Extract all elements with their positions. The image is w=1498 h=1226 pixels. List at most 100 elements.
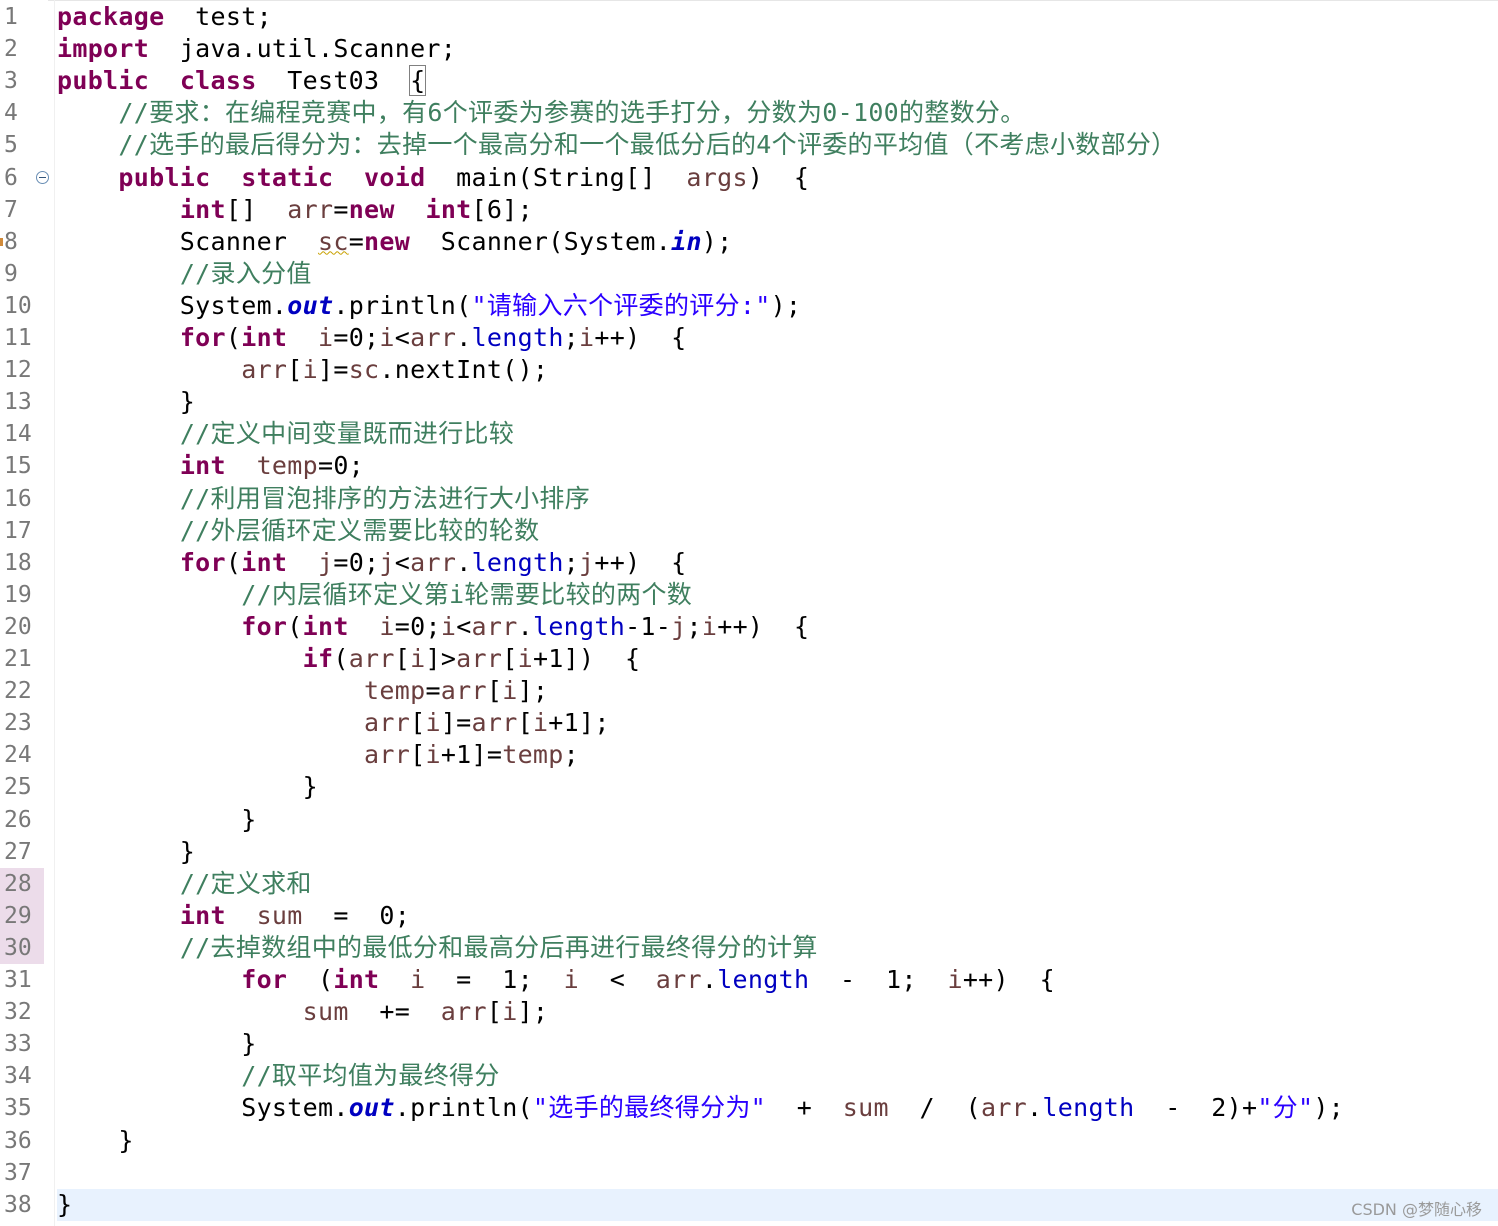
line-number[interactable]: 33 bbox=[0, 1028, 44, 1060]
code-line[interactable]: 20 for(int i=0;i<arr.length-1-j;i++) { bbox=[0, 611, 1498, 643]
line-number[interactable]: 28 bbox=[0, 867, 44, 900]
collapse-icon[interactable] bbox=[36, 170, 49, 184]
code-line[interactable]: 9 //录入分值 bbox=[0, 258, 1498, 290]
code-line[interactable]: 28 //定义求和 bbox=[0, 867, 1498, 900]
code-text[interactable]: arr[i]=arr[i+1]; bbox=[57, 707, 1498, 739]
code-text[interactable]: Scanner sc=new Scanner(System.in); bbox=[57, 226, 1498, 258]
code-line[interactable]: 23 arr[i]=arr[i+1]; bbox=[0, 707, 1498, 739]
code-text[interactable]: arr[i+1]=temp; bbox=[57, 739, 1498, 771]
line-number[interactable]: 3 bbox=[0, 65, 44, 97]
code-text[interactable]: } bbox=[57, 1028, 1498, 1060]
line-number[interactable]: 12 bbox=[0, 354, 44, 386]
code-line[interactable]: 5 //选手的最后得分为：去掉一个最高分和一个最低分后的4个评委的平均值（不考虑… bbox=[0, 129, 1498, 161]
line-number[interactable]: 31 bbox=[0, 964, 44, 996]
code-text[interactable]: //内层循环定义第i轮需要比较的两个数 bbox=[57, 579, 1498, 611]
code-line[interactable]: 14 //定义中间变量既而进行比较 bbox=[0, 418, 1498, 450]
line-number[interactable]: 25 bbox=[0, 771, 44, 803]
code-line[interactable]: 25 } bbox=[0, 771, 1498, 803]
code-text[interactable]: //要求：在编程竞赛中，有6个评委为参赛的选手打分，分数为0-100的整数分。 bbox=[57, 97, 1498, 129]
line-number[interactable]: 38 bbox=[0, 1189, 44, 1221]
line-number[interactable]: 16 bbox=[0, 483, 44, 515]
code-text[interactable]: package test; bbox=[57, 1, 1498, 33]
code-text[interactable]: int[] arr=new int[6]; bbox=[57, 194, 1498, 226]
code-line[interactable]: 4 //要求：在编程竞赛中，有6个评委为参赛的选手打分，分数为0-100的整数分… bbox=[0, 97, 1498, 129]
code-line[interactable]: 32 sum += arr[i]; bbox=[0, 996, 1498, 1028]
line-number[interactable]: 8 bbox=[0, 226, 44, 258]
line-number[interactable]: 30 bbox=[0, 931, 44, 964]
code-line[interactable]: 7 int[] arr=new int[6]; bbox=[0, 194, 1498, 226]
code-line[interactable]: 36 } bbox=[0, 1125, 1498, 1157]
code-text[interactable]: //取平均值为最终得分 bbox=[57, 1060, 1498, 1092]
line-number[interactable]: 29 bbox=[0, 899, 44, 932]
code-text[interactable]: import java.util.Scanner; bbox=[57, 33, 1498, 65]
code-line[interactable]: 35 System.out.println("选手的最终得分为" + sum /… bbox=[0, 1092, 1498, 1124]
code-text[interactable]: public class Test03 { bbox=[57, 65, 1498, 97]
code-text[interactable]: //录入分值 bbox=[57, 258, 1498, 290]
code-text[interactable] bbox=[57, 1157, 1498, 1189]
line-number[interactable]: 21 bbox=[0, 643, 44, 675]
code-line[interactable]: 22 temp=arr[i]; bbox=[0, 675, 1498, 707]
code-line[interactable]: 29 int sum = 0; bbox=[0, 899, 1498, 932]
code-text[interactable]: arr[i]=sc.nextInt(); bbox=[57, 354, 1498, 386]
line-number[interactable]: 17 bbox=[0, 515, 44, 547]
line-number[interactable]: 23 bbox=[0, 707, 44, 739]
code-line[interactable]: 1 package test; bbox=[0, 1, 1498, 33]
code-line[interactable]: 21 if(arr[i]>arr[i+1]) { bbox=[0, 643, 1498, 675]
line-number[interactable]: 19 bbox=[0, 579, 44, 611]
code-text[interactable]: } bbox=[57, 836, 1498, 868]
code-text[interactable]: for (int i = 1; i < arr.length - 1; i++)… bbox=[57, 964, 1498, 996]
code-line[interactable]: 18 for(int j=0;j<arr.length;j++) { bbox=[0, 547, 1498, 579]
code-text[interactable]: for(int i=0;i<arr.length;i++) { bbox=[57, 322, 1498, 354]
line-number[interactable]: 34 bbox=[0, 1060, 44, 1092]
code-text[interactable]: } bbox=[57, 1125, 1498, 1157]
code-line[interactable]: 6 public static void main(String[] args)… bbox=[0, 162, 1498, 194]
line-number[interactable]: 27 bbox=[0, 836, 44, 868]
code-line[interactable]: 30 //去掉数组中的最低分和最高分后再进行最终得分的计算 bbox=[0, 931, 1498, 964]
code-line[interactable]: 38} bbox=[0, 1188, 1498, 1221]
line-number[interactable]: 20 bbox=[0, 611, 44, 643]
code-text[interactable]: for(int j=0;j<arr.length;j++) { bbox=[57, 547, 1498, 579]
code-text[interactable]: public static void main(String[] args) { bbox=[57, 162, 1498, 194]
code-text[interactable]: int temp=0; bbox=[57, 450, 1498, 482]
code-line[interactable]: 8 Scanner sc=new Scanner(System.in); bbox=[0, 226, 1498, 258]
code-text[interactable]: //选手的最后得分为：去掉一个最高分和一个最低分后的4个评委的平均值（不考虑小数… bbox=[57, 129, 1498, 161]
code-text[interactable]: int sum = 0; bbox=[57, 900, 1498, 932]
code-line[interactable]: 34 //取平均值为最终得分 bbox=[0, 1060, 1498, 1092]
line-number[interactable]: 5 bbox=[0, 129, 44, 161]
code-line[interactable]: 19 //内层循环定义第i轮需要比较的两个数 bbox=[0, 579, 1498, 611]
line-number[interactable]: 32 bbox=[0, 996, 44, 1028]
code-text[interactable]: //去掉数组中的最低分和最高分后再进行最终得分的计算 bbox=[57, 932, 1498, 964]
line-number[interactable]: 14 bbox=[0, 418, 44, 450]
line-number[interactable]: 15 bbox=[0, 450, 44, 482]
line-number[interactable]: 2 bbox=[0, 33, 44, 65]
line-number[interactable]: 1 bbox=[0, 1, 44, 33]
line-number[interactable]: 11 bbox=[0, 322, 44, 354]
line-number[interactable]: 18 bbox=[0, 547, 44, 579]
code-text[interactable]: temp=arr[i]; bbox=[57, 675, 1498, 707]
line-number[interactable]: 22 bbox=[0, 675, 44, 707]
code-line[interactable]: 26 } bbox=[0, 804, 1498, 836]
code-text[interactable]: if(arr[i]>arr[i+1]) { bbox=[57, 643, 1498, 675]
code-text[interactable]: } bbox=[57, 804, 1498, 836]
line-number[interactable]: 26 bbox=[0, 804, 44, 836]
code-text[interactable]: //利用冒泡排序的方法进行大小排序 bbox=[57, 483, 1498, 515]
line-number[interactable]: 4 bbox=[0, 97, 44, 129]
code-text[interactable]: System.out.println("选手的最终得分为" + sum / (a… bbox=[57, 1092, 1498, 1124]
code-text[interactable]: } bbox=[57, 1188, 1498, 1221]
line-number[interactable]: 9 bbox=[0, 258, 44, 290]
code-line[interactable]: 33 } bbox=[0, 1028, 1498, 1060]
code-line[interactable]: 3 public class Test03 { bbox=[0, 65, 1498, 97]
code-text[interactable]: for(int i=0;i<arr.length-1-j;i++) { bbox=[57, 611, 1498, 643]
code-line[interactable]: 15 int temp=0; bbox=[0, 450, 1498, 482]
line-number[interactable]: 7 bbox=[0, 194, 44, 226]
code-text[interactable]: //外层循环定义需要比较的轮数 bbox=[57, 515, 1498, 547]
line-number[interactable]: 24 bbox=[0, 739, 44, 771]
code-text[interactable]: //定义求和 bbox=[57, 868, 1498, 900]
code-line[interactable]: 13 } bbox=[0, 386, 1498, 418]
code-text[interactable]: } bbox=[57, 771, 1498, 803]
code-text[interactable]: sum += arr[i]; bbox=[57, 996, 1498, 1028]
code-line[interactable]: 10 System.out.println("请输入六个评委的评分:"); bbox=[0, 290, 1498, 322]
code-line[interactable]: 11 for(int i=0;i<arr.length;i++) { bbox=[0, 322, 1498, 354]
code-line[interactable]: 17 //外层循环定义需要比较的轮数 bbox=[0, 515, 1498, 547]
code-line[interactable]: 12 arr[i]=sc.nextInt(); bbox=[0, 354, 1498, 386]
